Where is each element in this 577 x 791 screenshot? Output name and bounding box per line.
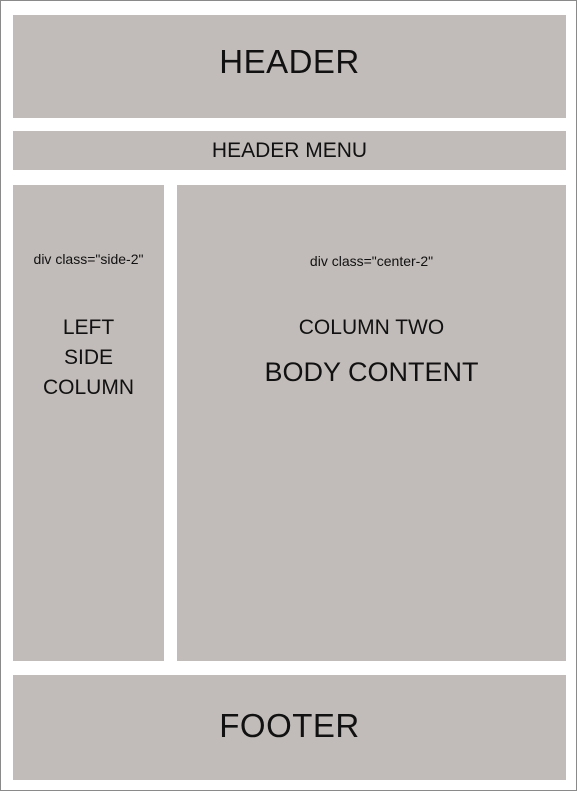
side-class-label: div class="side-2" [33,251,144,267]
footer-label: FOOTER [219,707,360,744]
footer-block: FOOTER [13,675,566,780]
side-column-title: LEFT SIDE COLUMN [13,313,164,403]
header-menu-block: HEADER MENU [13,131,566,170]
side-title-line-1: LEFT [62,316,115,339]
center-column-block: div class="center-2" COLUMN TWO BODY CON… [177,185,566,661]
side-title-line-3: COLUMN [42,376,134,399]
left-side-column-block: div class="side-2" LEFT SIDE COLUMN [13,185,164,661]
header-menu-label: HEADER MENU [211,139,368,162]
header-block: HEADER [13,15,566,118]
center-body-content-label: BODY CONTENT [264,357,479,387]
center-class-label: div class="center-2" [309,253,434,269]
header-label: HEADER [219,43,360,80]
side-title-line-2: SIDE [63,346,113,369]
layout-diagram: HEADER HEADER MENU div class="side-2" LE… [0,0,577,791]
center-column-title: COLUMN TWO [298,316,445,339]
